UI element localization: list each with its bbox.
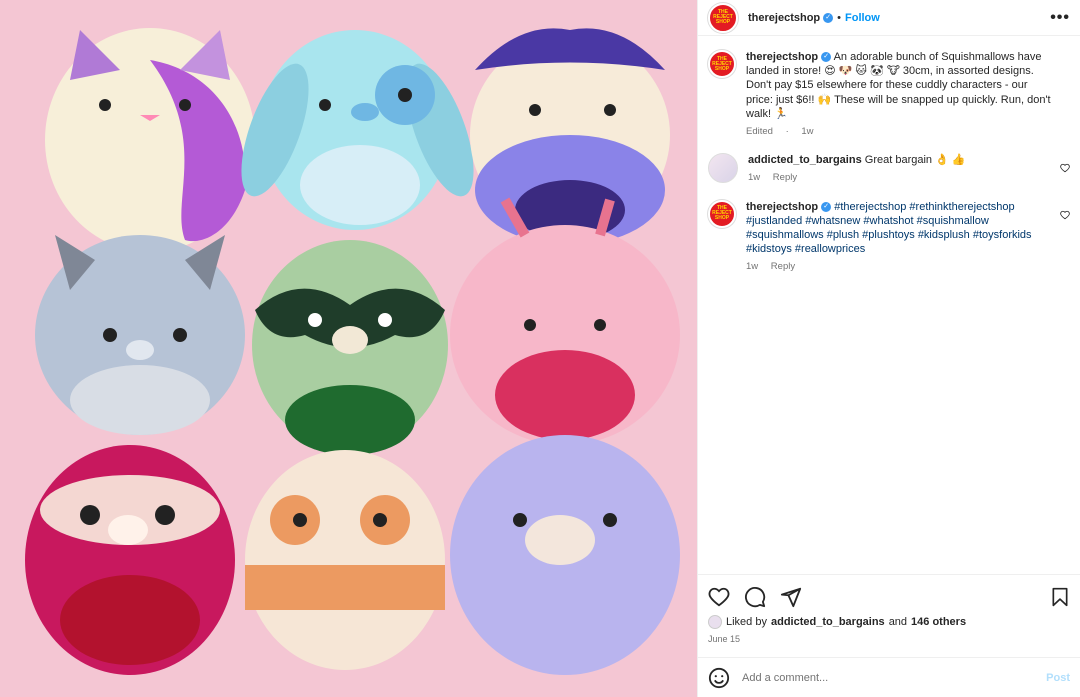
panda-plush <box>245 450 445 670</box>
avatar[interactable]: THE REJECT SHOP <box>708 2 738 33</box>
cow-plush <box>450 435 680 675</box>
squishmallows-photo <box>0 0 697 697</box>
caption: THE REJECT SHOP therejectshop ✓ An adorab… <box>708 50 1070 139</box>
comment-meta: 1w Reply <box>748 171 1056 185</box>
post-comment-button[interactable]: Post <box>1046 672 1070 684</box>
comment-time[interactable]: 1w <box>748 172 760 183</box>
header-username[interactable]: therejectshop <box>748 12 820 24</box>
caption-username[interactable]: therejectshop <box>746 51 818 63</box>
more-options-icon[interactable]: ••• <box>1050 9 1070 27</box>
cat-plush <box>45 28 255 252</box>
like-comment-icon[interactable] <box>1060 163 1070 173</box>
comment-meta: 1w Reply <box>746 260 1056 274</box>
liker-avatar[interactable] <box>708 615 722 629</box>
comment: THE REJECT SHOP therejectshop ✓ #therejec… <box>708 199 1070 275</box>
comment-time[interactable]: 1w <box>746 261 758 272</box>
liked-by-label: Liked by <box>726 616 767 628</box>
share-paper-plane-icon[interactable] <box>780 586 802 608</box>
skunk-plush <box>470 28 670 245</box>
like-heart-icon[interactable] <box>708 586 730 608</box>
verified-badge-icon: ✓ <box>821 52 832 63</box>
raccoon-plush <box>25 445 235 675</box>
like-comment-icon[interactable] <box>1060 210 1070 220</box>
liked-by-user[interactable]: addicted_to_bargains <box>771 616 885 628</box>
comment-username[interactable]: addicted_to_bargains <box>748 154 862 166</box>
emoji-smiley-icon[interactable] <box>708 667 730 689</box>
likes-summary: Liked by addicted_to_bargains and 146 ot… <box>708 615 1070 629</box>
add-comment-input[interactable] <box>742 671 1035 684</box>
liked-by-others[interactable]: 146 others <box>911 616 966 628</box>
instagram-post-modal: THE REJECT SHOP therejectshop ✓ • Follow… <box>0 0 1080 697</box>
save-bookmark-icon[interactable] <box>1050 586 1070 608</box>
verified-badge-icon: ✓ <box>821 201 832 212</box>
post-header: THE REJECT SHOP therejectshop ✓ • Follow… <box>698 0 1080 36</box>
edited-label: Edited <box>746 126 773 138</box>
caption-time[interactable]: 1w <box>801 126 813 137</box>
comment-avatar[interactable]: THE REJECT SHOP <box>708 199 736 228</box>
comment-text: Great bargain 👌 👍 <box>864 154 966 167</box>
reply-button[interactable]: Reply <box>773 172 797 183</box>
add-comment-bar: Post <box>698 657 1080 697</box>
caption-avatar[interactable]: THE REJECT SHOP <box>708 50 736 78</box>
dot-sep: · <box>785 126 789 138</box>
comment-username[interactable]: therejectshop <box>746 201 818 213</box>
liked-by-and: and <box>888 616 908 628</box>
comments-list: THE REJECT SHOP therejectshop ✓ An adorab… <box>698 36 1080 574</box>
verified-badge-icon: ✓ <box>823 12 834 23</box>
avatar[interactable] <box>708 153 738 184</box>
comment-bubble-icon[interactable] <box>744 586 766 608</box>
post-sidebar: THE REJECT SHOP therejectshop ✓ • Follow… <box>697 0 1080 697</box>
comment: addicted_to_bargains Great bargain 👌 👍 1… <box>708 153 1070 185</box>
post-date[interactable]: June 15 <box>708 634 1070 644</box>
follow-button[interactable]: Follow <box>845 12 880 24</box>
reply-button[interactable]: Reply <box>771 261 795 272</box>
bat-plush <box>35 235 245 435</box>
post-image[interactable] <box>0 0 697 697</box>
caption-meta: Edited · 1w <box>746 125 1056 139</box>
post-actions: Liked by addicted_to_bargains and 146 ot… <box>698 574 1080 657</box>
separator-dot: • <box>837 11 841 24</box>
